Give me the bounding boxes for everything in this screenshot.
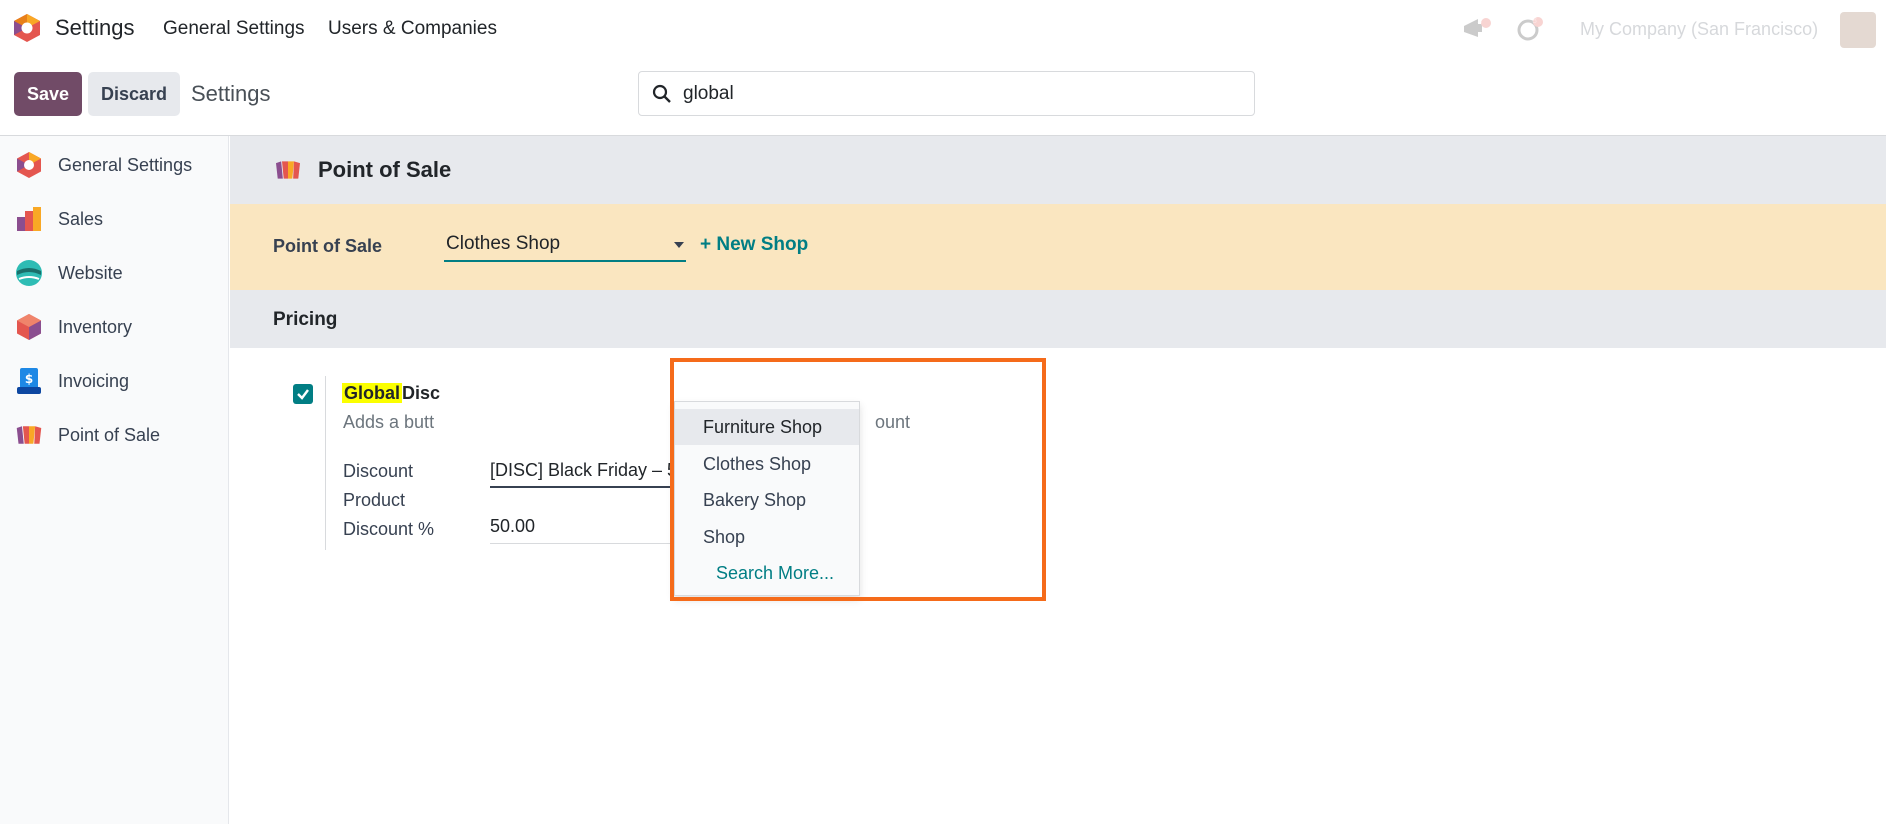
- menu-general-settings[interactable]: General Settings: [163, 18, 305, 40]
- top-navbar: Settings General Settings Users & Compan…: [0, 0, 1886, 58]
- save-button[interactable]: Save: [14, 72, 82, 116]
- pos-select-value: Clothes Shop: [446, 233, 561, 254]
- setting-divider: [325, 376, 326, 550]
- search-input[interactable]: global: [638, 71, 1255, 116]
- discount-product-label: Discount: [343, 461, 414, 481]
- pos-label: Point of Sale: [273, 236, 383, 256]
- global-discount-checkbox[interactable]: [293, 384, 313, 404]
- app-title[interactable]: Settings: [55, 15, 135, 41]
- app-section-header: Point of Sale: [230, 136, 1886, 204]
- company-switcher[interactable]: My Company (San Francisco): [1580, 19, 1818, 40]
- search-value: global: [683, 82, 734, 104]
- section-title: Point of Sale: [318, 157, 452, 182]
- setting-title-rest: Disc: [402, 383, 441, 403]
- sidebar-item-label: Invoicing: [58, 370, 130, 391]
- sidebar-item-website[interactable]: Website: [0, 248, 228, 298]
- menu-users-companies[interactable]: Users & Companies: [328, 18, 497, 40]
- user-avatar[interactable]: [1840, 12, 1876, 48]
- svg-text:$: $: [25, 372, 33, 386]
- clock-activity-icon[interactable]: [1516, 16, 1546, 42]
- activity-badge: 3: [1532, 15, 1538, 25]
- search-match-highlight: Global: [342, 383, 403, 403]
- odoo-settings-logo-icon[interactable]: [13, 13, 41, 43]
- sidebar-item-point-of-sale[interactable]: Point of Sale: [0, 410, 228, 460]
- pos-selector-row: Point of Sale Clothes Shop + New Shop: [230, 204, 1886, 290]
- sidebar-item-invoicing[interactable]: $ Invoicing: [0, 356, 228, 406]
- settings-content: Point of Sale Point of Sale Clothes Shop…: [230, 136, 1886, 824]
- discount-product-label-2: Product: [343, 490, 406, 510]
- sidebar-item-label: General Settings: [58, 154, 193, 175]
- settings-sidebar: General Settings Sales Website Inventory…: [0, 136, 229, 824]
- breadcrumb-title: Settings: [191, 81, 271, 106]
- caret-down-icon: [674, 242, 684, 248]
- sidebar-item-general-settings[interactable]: General Settings: [0, 140, 228, 190]
- pricing-title: Pricing: [273, 309, 338, 330]
- global-discount-title: Global Disc: [342, 383, 440, 404]
- discount-percent-value: 50.00: [490, 516, 536, 536]
- general-settings-app-icon: [17, 152, 41, 178]
- messages-badge: 1: [1477, 15, 1483, 25]
- search-icon: [652, 84, 671, 103]
- sidebar-item-label: Website: [58, 262, 123, 283]
- setting-description-left: Adds a butt: [343, 412, 435, 432]
- control-panel: Save Discard Settings global: [0, 58, 1886, 136]
- discard-button[interactable]: Discard: [88, 72, 180, 116]
- point-of-sale-app-icon: [16, 426, 42, 444]
- sales-app-icon: [17, 207, 41, 231]
- sidebar-item-inventory[interactable]: Inventory: [0, 302, 228, 352]
- website-app-icon: [16, 260, 42, 286]
- sidebar-item-label: Inventory: [58, 316, 133, 337]
- point-of-sale-app-icon: [276, 161, 300, 179]
- annotation-highlight-box: [670, 358, 1046, 601]
- inventory-app-icon: [17, 314, 41, 340]
- invoicing-app-icon: $: [17, 368, 41, 394]
- pos-shop-select[interactable]: Clothes Shop: [444, 228, 686, 262]
- sidebar-item-sales[interactable]: Sales: [0, 194, 228, 244]
- discount-product-value: [DISC] Black Friday – 50: [490, 460, 685, 480]
- new-shop-button[interactable]: + New Shop: [700, 234, 808, 256]
- sidebar-item-label: Point of Sale: [58, 424, 161, 445]
- check-icon: [297, 389, 309, 400]
- discount-percent-label: Discount %: [343, 519, 435, 539]
- sidebar-item-label: Sales: [58, 208, 104, 229]
- pricing-section-header: Pricing: [230, 290, 1886, 348]
